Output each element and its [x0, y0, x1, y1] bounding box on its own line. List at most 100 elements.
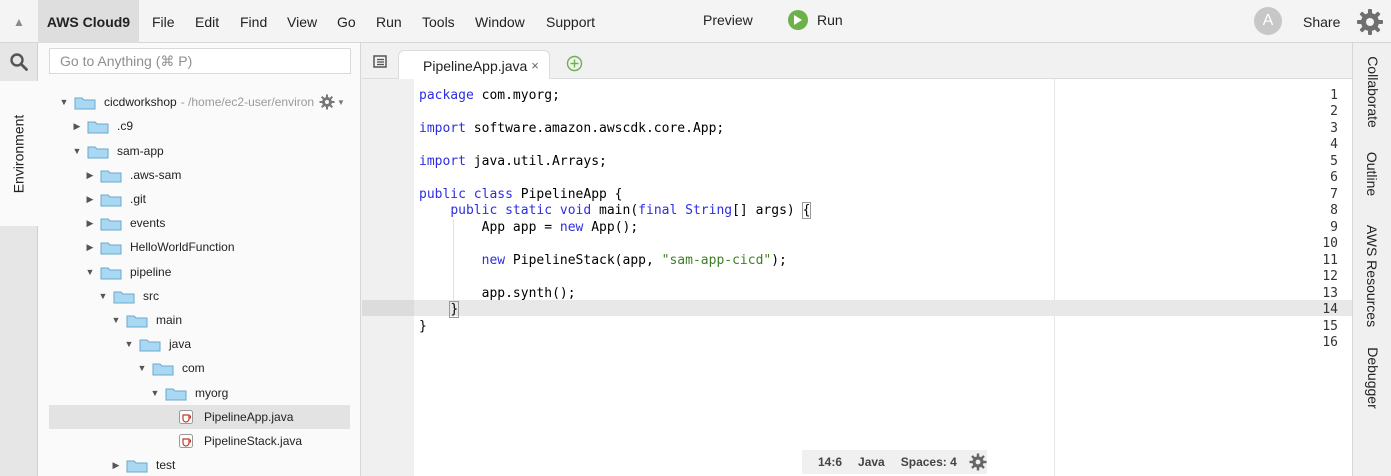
line-number: 12: [1322, 269, 1338, 284]
code-line-11: new PipelineStack(app, "sam-app-cicd");: [481, 253, 787, 268]
folder-icon: [87, 146, 109, 158]
tree-item-src[interactable]: ▼ src: [97, 285, 159, 307]
collapse-menu-icon[interactable]: ▲: [0, 0, 38, 43]
avatar[interactable]: A: [1254, 7, 1282, 35]
expand-arrow-icon[interactable]: ▼: [110, 315, 122, 325]
menu-find[interactable]: Find: [240, 0, 267, 43]
tab-list-icon[interactable]: [372, 55, 388, 69]
tab-aws-resources[interactable]: AWS Resources: [1353, 215, 1391, 337]
line-number: 11: [1322, 253, 1338, 268]
environment-tab-label: Environment: [10, 114, 27, 193]
tree-item-myorg[interactable]: ▼ myorg: [149, 382, 228, 404]
folder-icon: [100, 218, 122, 230]
folder-icon: [139, 339, 161, 351]
run-button[interactable]: Run: [788, 0, 843, 40]
share-button[interactable]: Share: [1303, 0, 1340, 43]
menu-tools[interactable]: Tools: [422, 0, 455, 43]
search-icon[interactable]: [0, 43, 38, 81]
folder-icon: [74, 97, 96, 109]
code-editor[interactable]: 1 2 3 4 5 6 7 8 9 10 11 12 13 14 15 16 p…: [362, 79, 1352, 476]
tree-item-c9[interactable]: ▶ .c9: [71, 115, 133, 137]
menu-support[interactable]: Support: [546, 0, 595, 43]
line-number: 10: [1322, 236, 1338, 251]
code-line-15: }: [419, 319, 427, 334]
status-settings-gear-icon[interactable]: [969, 453, 987, 471]
folder-icon: [152, 363, 174, 375]
tree-item-test[interactable]: ▶ test: [110, 454, 175, 476]
tree-item-sam-app[interactable]: ▼ sam-app: [71, 140, 164, 162]
menu-view[interactable]: View: [287, 0, 317, 43]
folder-icon: [100, 194, 122, 206]
line-number: 9: [1330, 220, 1338, 235]
tree-item-label: .c9: [117, 119, 134, 133]
expand-arrow-icon[interactable]: ▼: [136, 363, 148, 373]
folder-icon: [100, 267, 122, 279]
tree-settings-gear-icon[interactable]: ▼: [319, 94, 347, 110]
tree-item-label: com: [182, 361, 205, 375]
tab-outline[interactable]: Outline: [1353, 147, 1391, 201]
line-number: 7: [1330, 187, 1338, 202]
tree-item-java[interactable]: ▼ java: [123, 333, 191, 355]
tab-collaborate[interactable]: Collaborate: [1353, 51, 1391, 133]
menu-window[interactable]: Window: [475, 0, 525, 43]
menu-run[interactable]: Run: [376, 0, 402, 43]
close-tab-icon[interactable]: ×: [531, 58, 539, 73]
tree-file-pipelinestack-java[interactable]: PipelineStack.java: [178, 430, 302, 452]
expand-arrow-icon[interactable]: ▶: [71, 121, 83, 132]
menu-bar: ▲ AWS Cloud9 File Edit Find View Go Run …: [0, 0, 1391, 43]
print-margin: [1054, 79, 1055, 476]
tree-root-label: cicdworkshop: [104, 95, 177, 109]
tree-item-git[interactable]: ▶ .git: [84, 188, 146, 210]
cloud9-ide: ▲ AWS Cloud9 File Edit Find View Go Run …: [0, 0, 1391, 476]
tree-item-com[interactable]: ▼ com: [136, 357, 205, 379]
expand-arrow-icon[interactable]: ▶: [110, 460, 122, 471]
right-side-bar: Collaborate Outline AWS Resources Debugg…: [1352, 43, 1391, 476]
line-number: 2: [1330, 104, 1338, 119]
preferences-gear-icon[interactable]: [1356, 8, 1384, 36]
tab-pipelineapp-java[interactable]: PipelineApp.java ×: [398, 50, 550, 80]
code-line-13: app.synth();: [481, 286, 576, 301]
expand-arrow-icon[interactable]: ▶: [84, 218, 96, 229]
line-number: 15: [1322, 319, 1338, 334]
language-mode[interactable]: Java: [858, 455, 885, 469]
tree-item-aws-sam[interactable]: ▶ .aws-sam: [84, 164, 181, 186]
expand-arrow-icon[interactable]: ▼: [71, 146, 83, 156]
preview-label: Preview: [703, 12, 753, 28]
tree-item-main[interactable]: ▼ main: [110, 309, 182, 331]
add-tab-icon[interactable]: [566, 55, 583, 72]
expand-arrow-icon[interactable]: ▶: [84, 170, 96, 181]
tree-item-label: sam-app: [117, 144, 164, 158]
expand-arrow-icon[interactable]: ▶: [84, 242, 96, 253]
tree-item-label: .git: [130, 192, 147, 206]
expand-arrow-icon[interactable]: ▶: [84, 194, 96, 205]
indent-setting[interactable]: Spaces: 4: [901, 455, 957, 469]
outline-label: Outline: [1364, 151, 1381, 197]
tree-item-label: PipelineStack.java: [204, 434, 303, 448]
expand-arrow-icon[interactable]: ▼: [97, 291, 109, 301]
tree-file-pipelineapp-java[interactable]: PipelineApp.java: [178, 406, 293, 428]
tree-item-helloworldfunction[interactable]: ▶ HelloWorldFunction: [84, 236, 235, 258]
expand-arrow-icon[interactable]: ▼: [123, 339, 135, 349]
tab-debugger[interactable]: Debugger: [1353, 345, 1391, 411]
menu-go[interactable]: Go: [337, 0, 356, 43]
expand-arrow-icon[interactable]: ▼: [84, 267, 96, 277]
debugger-label: Debugger: [1364, 347, 1381, 409]
code-line-7: public class PipelineApp {: [419, 187, 623, 202]
folder-icon: [113, 291, 135, 303]
tab-environment[interactable]: Environment: [0, 81, 38, 226]
aws-cloud9-menu[interactable]: AWS Cloud9: [38, 0, 139, 43]
tree-root-cicdworkshop[interactable]: ▼ cicdworkshop - /home/ec2-user/environ: [58, 91, 314, 113]
line-number-gutter: [362, 79, 414, 476]
menu-edit[interactable]: Edit: [195, 0, 219, 43]
expand-arrow-icon[interactable]: ▼: [149, 388, 161, 398]
expand-arrow-icon[interactable]: ▼: [58, 97, 70, 107]
line-number: 14: [1322, 302, 1338, 317]
tree-item-label: java: [169, 337, 192, 351]
cursor-position[interactable]: 14:6: [818, 455, 842, 469]
menu-file[interactable]: File: [152, 0, 175, 43]
tree-item-events[interactable]: ▶ events: [84, 212, 165, 234]
java-file-icon: [179, 434, 193, 448]
go-to-anything-input[interactable]: [49, 48, 351, 74]
tree-item-pipeline[interactable]: ▼ pipeline: [84, 261, 171, 283]
preview-button[interactable]: Preview: [703, 0, 753, 40]
